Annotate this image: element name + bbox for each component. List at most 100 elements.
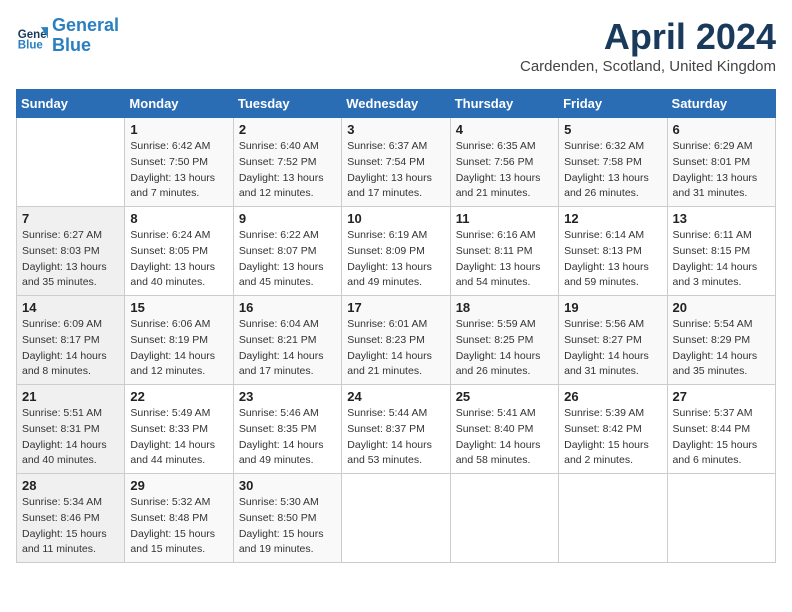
day-info: Sunrise: 5:56 AM Sunset: 8:27 PM Dayligh…	[564, 317, 661, 380]
day-info: Sunrise: 6:27 AM Sunset: 8:03 PM Dayligh…	[22, 228, 119, 291]
column-header-monday: Monday	[125, 90, 233, 118]
calendar-cell: 2 Sunrise: 6:40 AM Sunset: 7:52 PM Daylig…	[233, 118, 341, 207]
day-info: Sunrise: 5:37 AM Sunset: 8:44 PM Dayligh…	[673, 406, 770, 469]
column-header-friday: Friday	[559, 90, 667, 118]
day-number: 16	[239, 300, 336, 315]
day-info: Sunrise: 6:16 AM Sunset: 8:11 PM Dayligh…	[456, 228, 553, 291]
calendar-cell: 18 Sunrise: 5:59 AM Sunset: 8:25 PM Dayli…	[450, 296, 558, 385]
day-number: 30	[239, 478, 336, 493]
calendar-week-row: 21Sunrise: 5:51 AM Sunset: 8:31 PM Dayli…	[17, 385, 776, 474]
day-info: Sunrise: 6:40 AM Sunset: 7:52 PM Dayligh…	[239, 139, 336, 202]
logo: General Blue GeneralBlue	[16, 16, 119, 56]
calendar-cell: 14 Sunrise: 6:09 AM Sunset: 8:17 PM Dayli…	[17, 296, 125, 385]
calendar-cell	[342, 474, 450, 563]
day-info: Sunrise: 6:11 AM Sunset: 8:15 PM Dayligh…	[673, 228, 770, 291]
day-number: 23	[239, 389, 336, 404]
calendar-week-row: 14 Sunrise: 6:09 AM Sunset: 8:17 PM Dayli…	[17, 296, 776, 385]
day-info: Sunrise: 5:59 AM Sunset: 8:25 PM Dayligh…	[456, 317, 553, 380]
day-number: 25	[456, 389, 553, 404]
day-number: 11	[456, 211, 553, 226]
day-number: 15	[130, 300, 227, 315]
day-info: Sunrise: 6:22 AM Sunset: 8:07 PM Dayligh…	[239, 228, 336, 291]
day-info: Sunrise: 5:49 AM Sunset: 8:33 PM Dayligh…	[130, 406, 227, 469]
calendar-cell: 25 Sunrise: 5:41 AM Sunset: 8:40 PM Dayli…	[450, 385, 558, 474]
calendar-week-row: 1 Sunrise: 6:42 AM Sunset: 7:50 PM Daylig…	[17, 118, 776, 207]
month-title: April 2024	[520, 16, 776, 58]
day-info: Sunrise: 5:30 AM Sunset: 8:50 PM Dayligh…	[239, 495, 336, 558]
day-number: 9	[239, 211, 336, 226]
day-number: 6	[673, 122, 770, 137]
column-header-sunday: Sunday	[17, 90, 125, 118]
day-number: 22	[130, 389, 227, 404]
day-info: Sunrise: 5:51 AM Sunset: 8:31 PM Dayligh…	[22, 406, 119, 469]
day-number: 29	[130, 478, 227, 493]
calendar-cell: 1 Sunrise: 6:42 AM Sunset: 7:50 PM Daylig…	[125, 118, 233, 207]
day-number: 24	[347, 389, 444, 404]
day-info: Sunrise: 6:42 AM Sunset: 7:50 PM Dayligh…	[130, 139, 227, 202]
column-header-tuesday: Tuesday	[233, 90, 341, 118]
calendar-cell: 29 Sunrise: 5:32 AM Sunset: 8:48 PM Dayli…	[125, 474, 233, 563]
day-info: Sunrise: 6:09 AM Sunset: 8:17 PM Dayligh…	[22, 317, 119, 380]
day-info: Sunrise: 6:06 AM Sunset: 8:19 PM Dayligh…	[130, 317, 227, 380]
svg-text:Blue: Blue	[18, 39, 44, 51]
day-number: 19	[564, 300, 661, 315]
calendar-header-row: SundayMondayTuesdayWednesdayThursdayFrid…	[17, 90, 776, 118]
calendar-cell: 26Sunrise: 5:39 AM Sunset: 8:42 PM Dayli…	[559, 385, 667, 474]
location-subtitle: Cardenden, Scotland, United Kingdom	[520, 58, 776, 75]
calendar-cell: 13Sunrise: 6:11 AM Sunset: 8:15 PM Dayli…	[667, 207, 775, 296]
calendar-cell	[17, 118, 125, 207]
calendar-cell: 4 Sunrise: 6:35 AM Sunset: 7:56 PM Daylig…	[450, 118, 558, 207]
logo-text: GeneralBlue	[52, 16, 119, 56]
day-number: 17	[347, 300, 444, 315]
day-info: Sunrise: 6:01 AM Sunset: 8:23 PM Dayligh…	[347, 317, 444, 380]
calendar-cell: 22 Sunrise: 5:49 AM Sunset: 8:33 PM Dayli…	[125, 385, 233, 474]
day-info: Sunrise: 5:46 AM Sunset: 8:35 PM Dayligh…	[239, 406, 336, 469]
day-info: Sunrise: 6:35 AM Sunset: 7:56 PM Dayligh…	[456, 139, 553, 202]
calendar-cell: 10 Sunrise: 6:19 AM Sunset: 8:09 PM Dayli…	[342, 207, 450, 296]
calendar-cell: 11 Sunrise: 6:16 AM Sunset: 8:11 PM Dayli…	[450, 207, 558, 296]
column-header-wednesday: Wednesday	[342, 90, 450, 118]
day-number: 18	[456, 300, 553, 315]
calendar-cell: 24 Sunrise: 5:44 AM Sunset: 8:37 PM Dayli…	[342, 385, 450, 474]
day-info: Sunrise: 6:19 AM Sunset: 8:09 PM Dayligh…	[347, 228, 444, 291]
calendar-cell: 6 Sunrise: 6:29 AM Sunset: 8:01 PM Daylig…	[667, 118, 775, 207]
calendar-cell: 5Sunrise: 6:32 AM Sunset: 7:58 PM Daylig…	[559, 118, 667, 207]
day-number: 14	[22, 300, 119, 315]
day-number: 26	[564, 389, 661, 404]
day-info: Sunrise: 5:41 AM Sunset: 8:40 PM Dayligh…	[456, 406, 553, 469]
day-number: 28	[22, 478, 119, 493]
day-number: 4	[456, 122, 553, 137]
calendar-cell: 19 Sunrise: 5:56 AM Sunset: 8:27 PM Dayli…	[559, 296, 667, 385]
calendar-cell: 8 Sunrise: 6:24 AM Sunset: 8:05 PM Daylig…	[125, 207, 233, 296]
day-number: 27	[673, 389, 770, 404]
calendar-week-row: 28 Sunrise: 5:34 AM Sunset: 8:46 PM Dayli…	[17, 474, 776, 563]
calendar-cell: 20 Sunrise: 5:54 AM Sunset: 8:29 PM Dayli…	[667, 296, 775, 385]
calendar-cell: 28 Sunrise: 5:34 AM Sunset: 8:46 PM Dayli…	[17, 474, 125, 563]
calendar-table: SundayMondayTuesdayWednesdayThursdayFrid…	[16, 89, 776, 563]
day-info: Sunrise: 6:04 AM Sunset: 8:21 PM Dayligh…	[239, 317, 336, 380]
day-number: 12	[564, 211, 661, 226]
calendar-cell: 12 Sunrise: 6:14 AM Sunset: 8:13 PM Dayli…	[559, 207, 667, 296]
day-number: 20	[673, 300, 770, 315]
day-info: Sunrise: 5:34 AM Sunset: 8:46 PM Dayligh…	[22, 495, 119, 558]
day-number: 10	[347, 211, 444, 226]
column-header-thursday: Thursday	[450, 90, 558, 118]
day-info: Sunrise: 6:24 AM Sunset: 8:05 PM Dayligh…	[130, 228, 227, 291]
calendar-cell: 7 Sunrise: 6:27 AM Sunset: 8:03 PM Daylig…	[17, 207, 125, 296]
calendar-cell: 3Sunrise: 6:37 AM Sunset: 7:54 PM Daylig…	[342, 118, 450, 207]
day-info: Sunrise: 6:29 AM Sunset: 8:01 PM Dayligh…	[673, 139, 770, 202]
day-info: Sunrise: 5:44 AM Sunset: 8:37 PM Dayligh…	[347, 406, 444, 469]
calendar-cell: 17 Sunrise: 6:01 AM Sunset: 8:23 PM Dayli…	[342, 296, 450, 385]
calendar-cell: 21Sunrise: 5:51 AM Sunset: 8:31 PM Dayli…	[17, 385, 125, 474]
day-number: 1	[130, 122, 227, 137]
day-info: Sunrise: 6:32 AM Sunset: 7:58 PM Dayligh…	[564, 139, 661, 202]
calendar-cell: 9 Sunrise: 6:22 AM Sunset: 8:07 PM Daylig…	[233, 207, 341, 296]
day-info: Sunrise: 5:54 AM Sunset: 8:29 PM Dayligh…	[673, 317, 770, 380]
day-number: 8	[130, 211, 227, 226]
day-info: Sunrise: 6:14 AM Sunset: 8:13 PM Dayligh…	[564, 228, 661, 291]
day-number: 7	[22, 211, 119, 226]
day-number: 2	[239, 122, 336, 137]
logo-icon: General Blue	[16, 20, 48, 52]
page-header: General Blue GeneralBlue April 2024 Card…	[16, 16, 776, 85]
day-info: Sunrise: 5:32 AM Sunset: 8:48 PM Dayligh…	[130, 495, 227, 558]
